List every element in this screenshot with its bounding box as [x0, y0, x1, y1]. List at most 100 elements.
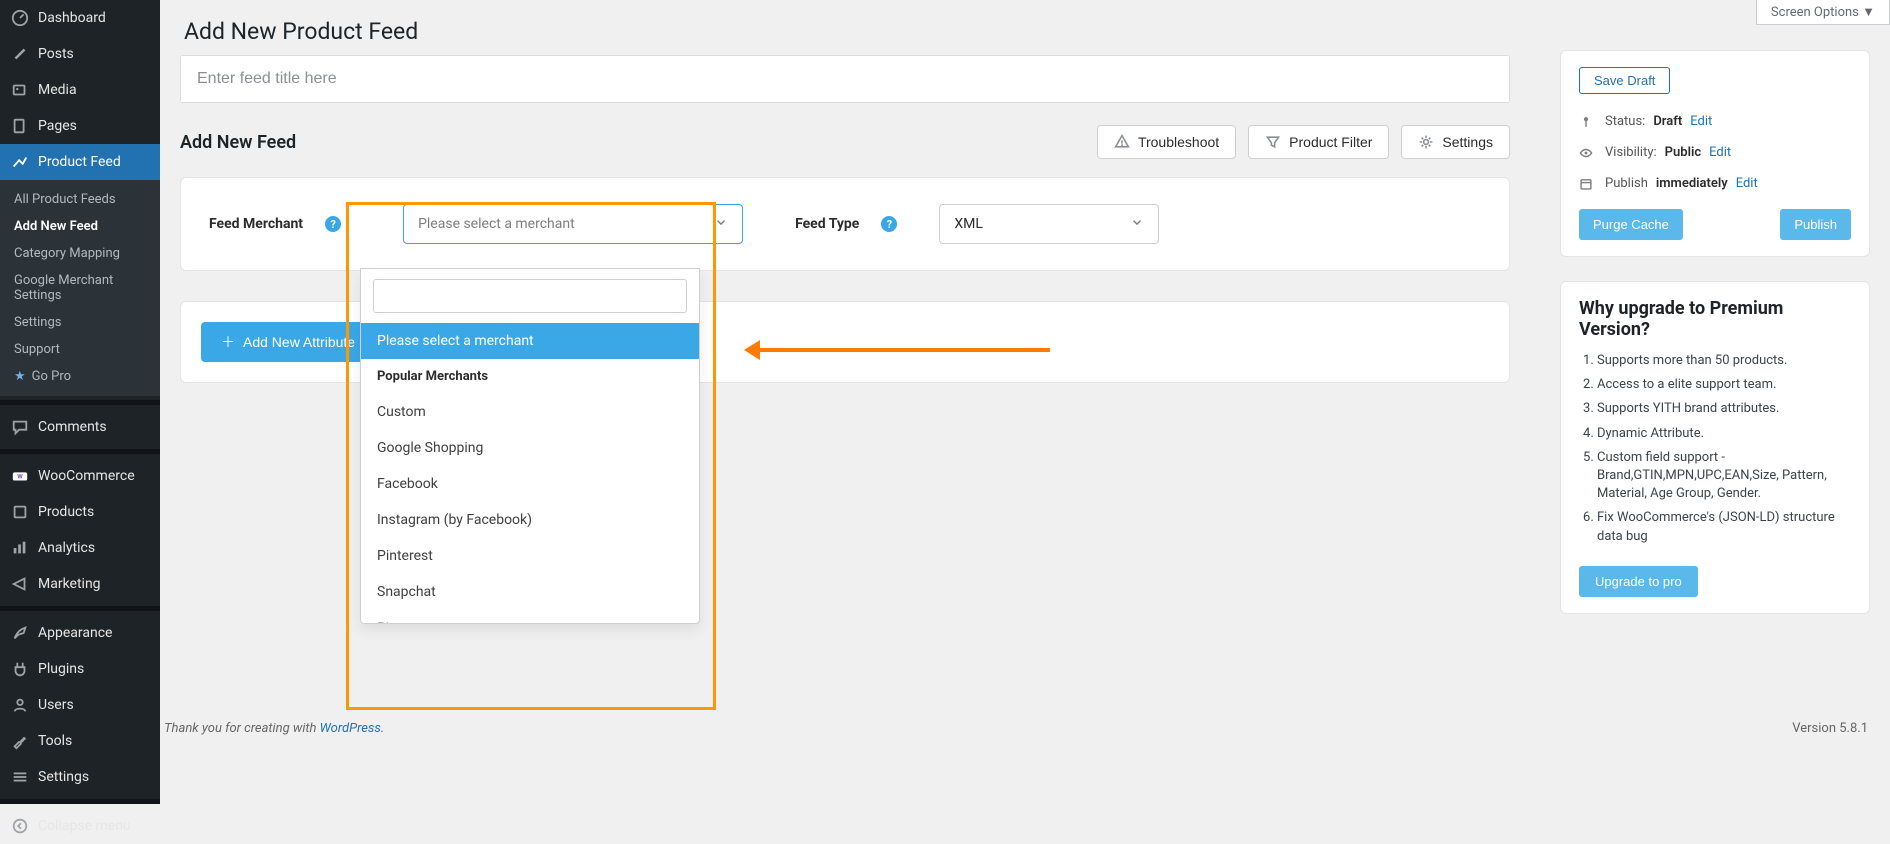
feed-title-input[interactable]	[181, 56, 1509, 102]
dropdown-option[interactable]: Snapchat	[361, 574, 699, 610]
sidebar-item-label: Tools	[38, 733, 72, 749]
footer-thanks: Thank you for creating with WordPress.	[164, 721, 384, 736]
submenu-go-pro[interactable]: Go Pro	[0, 363, 160, 390]
button-label: Add New Attribute	[243, 334, 355, 350]
sidebar-item-marketing[interactable]: Marketing	[0, 566, 160, 602]
publish-label: Publish	[1605, 176, 1648, 191]
sidebar-item-label: Plugins	[38, 661, 84, 677]
upgrade-item: Access to a elite support team.	[1597, 376, 1851, 394]
dropdown-option[interactable]: Bing	[361, 610, 699, 623]
tools-icon	[10, 731, 30, 751]
analytics-icon	[10, 538, 30, 558]
sidebar-collapse[interactable]: Collapse menu	[0, 808, 160, 844]
dropdown-option[interactable]: Pinterest	[361, 538, 699, 574]
edit-status-link[interactable]: Edit	[1690, 114, 1712, 129]
schedule-line: Publish immediately Edit	[1579, 168, 1851, 199]
chevron-down-icon	[1130, 215, 1144, 233]
submenu-settings[interactable]: Settings	[0, 309, 160, 336]
button-label: Troubleshoot	[1138, 134, 1219, 150]
sidebar-item-label: Posts	[38, 46, 74, 62]
edit-visibility-link[interactable]: Edit	[1709, 145, 1731, 160]
chevron-down-icon	[714, 215, 728, 233]
filter-icon	[1265, 134, 1281, 150]
merchant-label: Feed Merchant	[209, 216, 303, 232]
pin-icon	[10, 44, 30, 64]
footer-prefix: Thank you for creating with	[164, 721, 320, 736]
dropdown-option[interactable]: Instagram (by Facebook)	[361, 502, 699, 538]
feed-type-value: XML	[954, 216, 983, 232]
publish-button[interactable]: Publish	[1780, 209, 1851, 240]
comments-icon	[10, 417, 30, 437]
dropdown-placeholder-item[interactable]: Please select a merchant	[361, 323, 699, 359]
screen-options-label: Screen Options	[1771, 5, 1859, 20]
sidebar-item-dashboard[interactable]: Dashboard	[0, 0, 160, 36]
dropdown-search-input[interactable]	[373, 279, 687, 313]
edit-schedule-link[interactable]: Edit	[1736, 176, 1758, 191]
submenu-google-merchant[interactable]: Google Merchant Settings	[0, 267, 160, 309]
sidebar-item-product-feed[interactable]: Product Feed	[0, 144, 160, 180]
main-content: Screen Options ▼ Add New Product Feed Ad…	[160, 0, 1890, 804]
sidebar-item-woocommerce[interactable]: W WooCommerce	[0, 458, 160, 494]
sidebar-item-label: Marketing	[38, 576, 101, 592]
svg-text:W: W	[17, 473, 23, 481]
troubleshoot-button[interactable]: Troubleshoot	[1097, 125, 1236, 159]
sidebar-item-comments[interactable]: Comments	[0, 409, 160, 445]
submenu-support[interactable]: Support	[0, 336, 160, 363]
sidebar-item-products[interactable]: Products	[0, 494, 160, 530]
sidebar-item-analytics[interactable]: Analytics	[0, 530, 160, 566]
status-value: Draft	[1653, 114, 1682, 129]
feed-type-select[interactable]: XML	[939, 204, 1159, 244]
marketing-icon	[10, 574, 30, 594]
feed-icon	[10, 152, 30, 172]
footer-period: .	[381, 721, 384, 736]
feed-title-wrap	[180, 55, 1510, 103]
pages-icon	[10, 116, 30, 136]
plugins-icon	[10, 659, 30, 679]
chevron-down-icon: ▼	[1862, 5, 1875, 20]
products-icon	[10, 502, 30, 522]
merchant-select[interactable]: Please select a merchant	[403, 204, 743, 244]
feed-section-title: Add New Feed	[180, 132, 296, 153]
plus-icon: ＋	[221, 332, 235, 352]
feed-section-header: Add New Feed Troubleshoot Product Filter…	[180, 125, 1510, 159]
status-label: Status:	[1605, 114, 1645, 129]
sidebar-item-appearance[interactable]: Appearance	[0, 615, 160, 651]
sidebar-item-label: WooCommerce	[38, 468, 135, 484]
sidebar-item-users[interactable]: Users	[0, 687, 160, 723]
settings-button[interactable]: Settings	[1401, 125, 1510, 159]
users-icon	[10, 695, 30, 715]
purge-cache-button[interactable]: Purge Cache	[1579, 209, 1683, 240]
upgrade-button[interactable]: Upgrade to pro	[1579, 566, 1698, 597]
sidebar-item-posts[interactable]: Posts	[0, 36, 160, 72]
screen-options-toggle[interactable]: Screen Options ▼	[1756, 0, 1890, 25]
settings-icon	[10, 767, 30, 787]
save-draft-button[interactable]: Save Draft	[1579, 67, 1670, 94]
help-icon[interactable]: ?	[325, 216, 341, 232]
sidebar-item-pages[interactable]: Pages	[0, 108, 160, 144]
dropdown-option[interactable]: Google Shopping	[361, 430, 699, 466]
sidebar-item-tools[interactable]: Tools	[0, 723, 160, 759]
meta-column: Save Draft Status: Draft Edit Visibility…	[1560, 50, 1870, 638]
wordpress-link[interactable]: WordPress	[320, 721, 381, 736]
sidebar-item-plugins[interactable]: Plugins	[0, 651, 160, 687]
dropdown-search-wrap	[361, 269, 699, 323]
submenu-add-new-feed[interactable]: Add New Feed	[0, 213, 160, 240]
sidebar-submenu: All Product Feeds Add New Feed Category …	[0, 180, 160, 396]
media-icon	[10, 80, 30, 100]
help-icon[interactable]: ?	[881, 216, 897, 232]
sidebar-item-label: Pages	[38, 118, 77, 134]
visibility-line: Visibility: Public Edit	[1579, 137, 1851, 168]
annotation-arrow	[750, 348, 1050, 352]
sidebar-item-settings[interactable]: Settings	[0, 759, 160, 795]
status-line: Status: Draft Edit	[1579, 106, 1851, 137]
dropdown-option[interactable]: Facebook	[361, 466, 699, 502]
add-attribute-button[interactable]: ＋ Add New Attribute	[201, 322, 375, 362]
submenu-category-mapping[interactable]: Category Mapping	[0, 240, 160, 267]
dropdown-option[interactable]: Custom	[361, 394, 699, 430]
sidebar-item-label: Products	[38, 504, 94, 520]
dashboard-icon	[10, 8, 30, 28]
product-filter-button[interactable]: Product Filter	[1248, 125, 1389, 159]
dropdown-list[interactable]: Please select a merchant Popular Merchan…	[361, 323, 699, 623]
submenu-all-feeds[interactable]: All Product Feeds	[0, 186, 160, 213]
sidebar-item-media[interactable]: Media	[0, 72, 160, 108]
